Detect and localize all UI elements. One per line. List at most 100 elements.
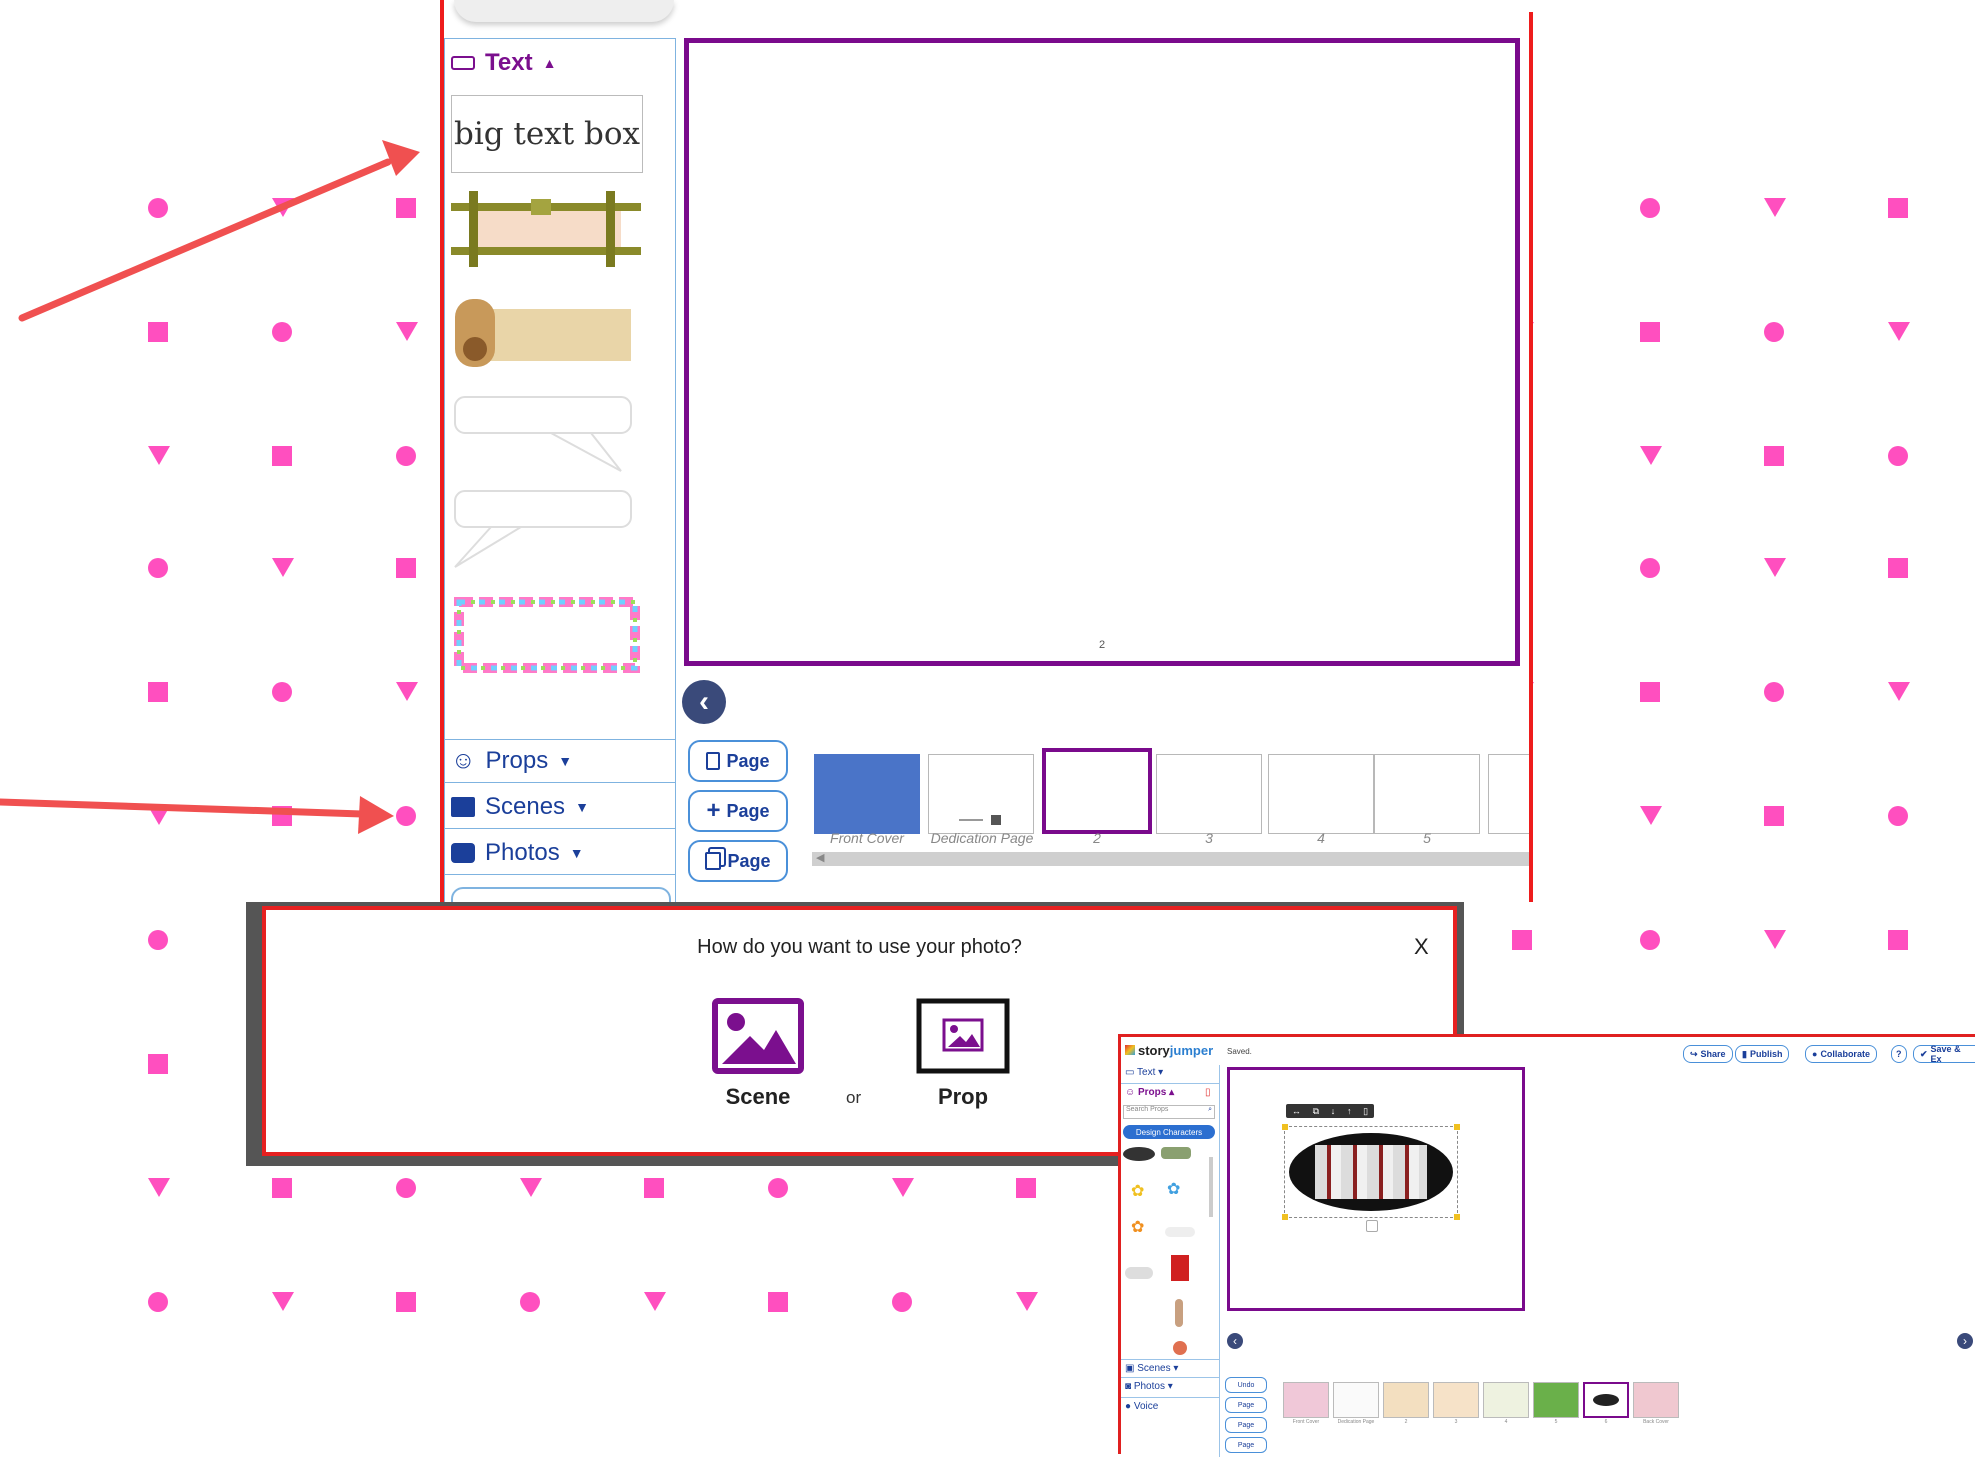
share-button[interactable]: ↪ Share (1683, 1045, 1733, 1063)
design-characters-button[interactable]: Design Characters (1123, 1125, 1215, 1139)
scenes-section-header[interactable]: Scenes ▼ (445, 785, 675, 829)
thumbnail-page-5[interactable] (1374, 754, 1480, 834)
down-icon: ↓ (1330, 1106, 1336, 1116)
trash-icon[interactable]: ▯ (1205, 1087, 1211, 1098)
big-text-box-tile[interactable]: big text box (451, 95, 643, 173)
arrow-head (358, 796, 394, 834)
photos-section-header[interactable]: Photos ▼ (445, 831, 675, 875)
publish-button[interactable]: ▮ Publish (1735, 1045, 1790, 1063)
users-icon: ● (1812, 1049, 1818, 1059)
search-props-input[interactable]: Search Props ⌕ (1123, 1105, 1215, 1119)
mini-thumbnail[interactable] (1383, 1382, 1429, 1418)
resize-handle[interactable] (1282, 1124, 1288, 1130)
page-canvas[interactable]: 2 (684, 38, 1520, 666)
text-section-header[interactable]: Text ▲ (445, 41, 675, 85)
add-page-label: Page (726, 800, 770, 821)
or-label: or (846, 1088, 862, 1107)
pattern-tri (1888, 322, 1910, 341)
mini-thumbnail[interactable] (1283, 1382, 1329, 1418)
resize-handle[interactable] (1454, 1124, 1460, 1130)
prop-thumbnail[interactable]: ✿ (1131, 1217, 1144, 1237)
close-button[interactable]: X (1414, 934, 1429, 960)
prop-thumbnail[interactable] (1165, 1227, 1195, 1237)
thumbnail-label: Front Cover (830, 830, 904, 846)
prop-option[interactable]: Prop (916, 998, 1016, 1118)
prop-label: Prop (937, 1084, 989, 1109)
mini-page-canvas[interactable]: ↔ ⧉ ↓ ↑ ▯ (1227, 1067, 1525, 1311)
cloud-fragment (454, 0, 674, 22)
previous-page-button[interactable]: ‹ (682, 680, 726, 724)
thumbnail-scrollbar[interactable]: ◀ (812, 852, 1529, 866)
prop-thumbnail[interactable]: ✿ (1131, 1181, 1144, 1201)
mini-previous-button[interactable]: ‹ (1227, 1333, 1243, 1349)
undo-button[interactable]: Undo (1225, 1377, 1267, 1393)
scroll-tile[interactable] (451, 291, 641, 371)
photos-label: Photos (485, 838, 560, 866)
collaborate-button[interactable]: ● Collaborate (1805, 1045, 1877, 1063)
thumbnail-front-cover[interactable] (814, 754, 920, 834)
prop-thumbnail[interactable] (1161, 1147, 1191, 1159)
thumbnail-dedication-page[interactable] (928, 754, 1034, 834)
stars-frame-tile[interactable] (451, 592, 641, 678)
thumbnail-page-2[interactable] (1042, 748, 1152, 834)
mini-thumbnail[interactable] (1483, 1382, 1529, 1418)
props-section-header[interactable]: ☺ Props ▼ (445, 739, 675, 783)
mini-thumbnail[interactable] (1633, 1382, 1679, 1418)
object-toolbar[interactable]: ↔ ⧉ ↓ ↑ ▯ (1286, 1104, 1374, 1118)
mini-thumb-label: 6 (1604, 1419, 1608, 1425)
resize-handle[interactable] (1282, 1214, 1288, 1220)
prop-thumbnail[interactable] (1125, 1267, 1153, 1279)
storyjumper-logo[interactable]: story jumper (1125, 1039, 1225, 1061)
mini-duplicate-page-button[interactable]: Page (1225, 1437, 1267, 1453)
rotate-handle[interactable] (1366, 1220, 1378, 1232)
mini-add-page-button[interactable]: Page (1225, 1417, 1267, 1433)
resize-handle[interactable] (1454, 1214, 1460, 1220)
prop-thumbnail[interactable]: ✿ (1167, 1179, 1180, 1199)
help-button[interactable]: ? (1891, 1045, 1907, 1063)
mini-props-header[interactable]: ☺ Props ▴ (1125, 1087, 1174, 1098)
speech-bubble-tile[interactable] (451, 487, 641, 573)
mini-thumb-label: 4 (1504, 1419, 1508, 1425)
bamboo-frame-tile[interactable] (451, 191, 641, 267)
camera-icon (451, 842, 475, 863)
caret-up-icon: ▲ (542, 55, 557, 71)
mini-photos-header[interactable]: ◙ Photos ▾ (1125, 1381, 1173, 1392)
duplicate-page-button[interactable]: Page (688, 840, 788, 882)
add-page-button[interactable]: + Page (688, 790, 788, 832)
props-scrollbar[interactable] (1209, 1157, 1213, 1217)
save-exit-label: Save & Ex (1930, 1044, 1961, 1064)
prop-thumbnail[interactable] (1123, 1147, 1155, 1161)
mini-delete-page-button[interactable]: Page (1225, 1397, 1267, 1413)
mini-text-header[interactable]: ▭ Text ▾ (1125, 1067, 1163, 1078)
dancers-figures (1315, 1145, 1427, 1199)
mini-thumbnail[interactable] (1533, 1382, 1579, 1418)
prop-thumbnail[interactable] (1173, 1341, 1187, 1355)
mini-next-button[interactable]: › (1957, 1333, 1973, 1349)
mini-thumbnail[interactable] (1333, 1382, 1379, 1418)
mini-props-label: Props (1138, 1087, 1167, 1098)
save-exit-button[interactable]: ✔ Save & Ex (1913, 1044, 1975, 1064)
pattern-circle (396, 1178, 416, 1198)
prop-thumbnail[interactable] (1175, 1299, 1183, 1327)
speech-bubble-tile[interactable] (451, 393, 641, 477)
delete-page-button[interactable]: Page (688, 740, 788, 782)
mini-scenes-label: Scenes (1137, 1363, 1171, 1374)
thumbnail-label: Dedication Page (930, 830, 1034, 846)
pattern-tri (1016, 1292, 1038, 1311)
thumbnail-page-4[interactable] (1268, 754, 1374, 834)
mini-voice-header[interactable]: ● Voice (1125, 1401, 1158, 1412)
mini-scenes-header[interactable]: ▣ Scenes ▾ (1125, 1363, 1178, 1374)
thumbnail-page-6[interactable] (1488, 754, 1529, 834)
prop-thumbnail[interactable] (1171, 1255, 1189, 1281)
pattern-square (1640, 682, 1660, 702)
scene-option[interactable]: Scene (712, 998, 812, 1118)
pattern-square (148, 1054, 168, 1074)
mini-thumbnail-selected[interactable] (1583, 1382, 1629, 1418)
thumbnail-page-3[interactable] (1156, 754, 1262, 834)
design-characters-label: Design Characters (1135, 1127, 1203, 1137)
pattern-square (1888, 198, 1908, 218)
selected-prop[interactable] (1282, 1124, 1460, 1220)
mini-thumbnail[interactable] (1433, 1382, 1479, 1418)
saved-status: Saved. (1227, 1047, 1252, 1056)
share-label: Share (1700, 1049, 1726, 1059)
